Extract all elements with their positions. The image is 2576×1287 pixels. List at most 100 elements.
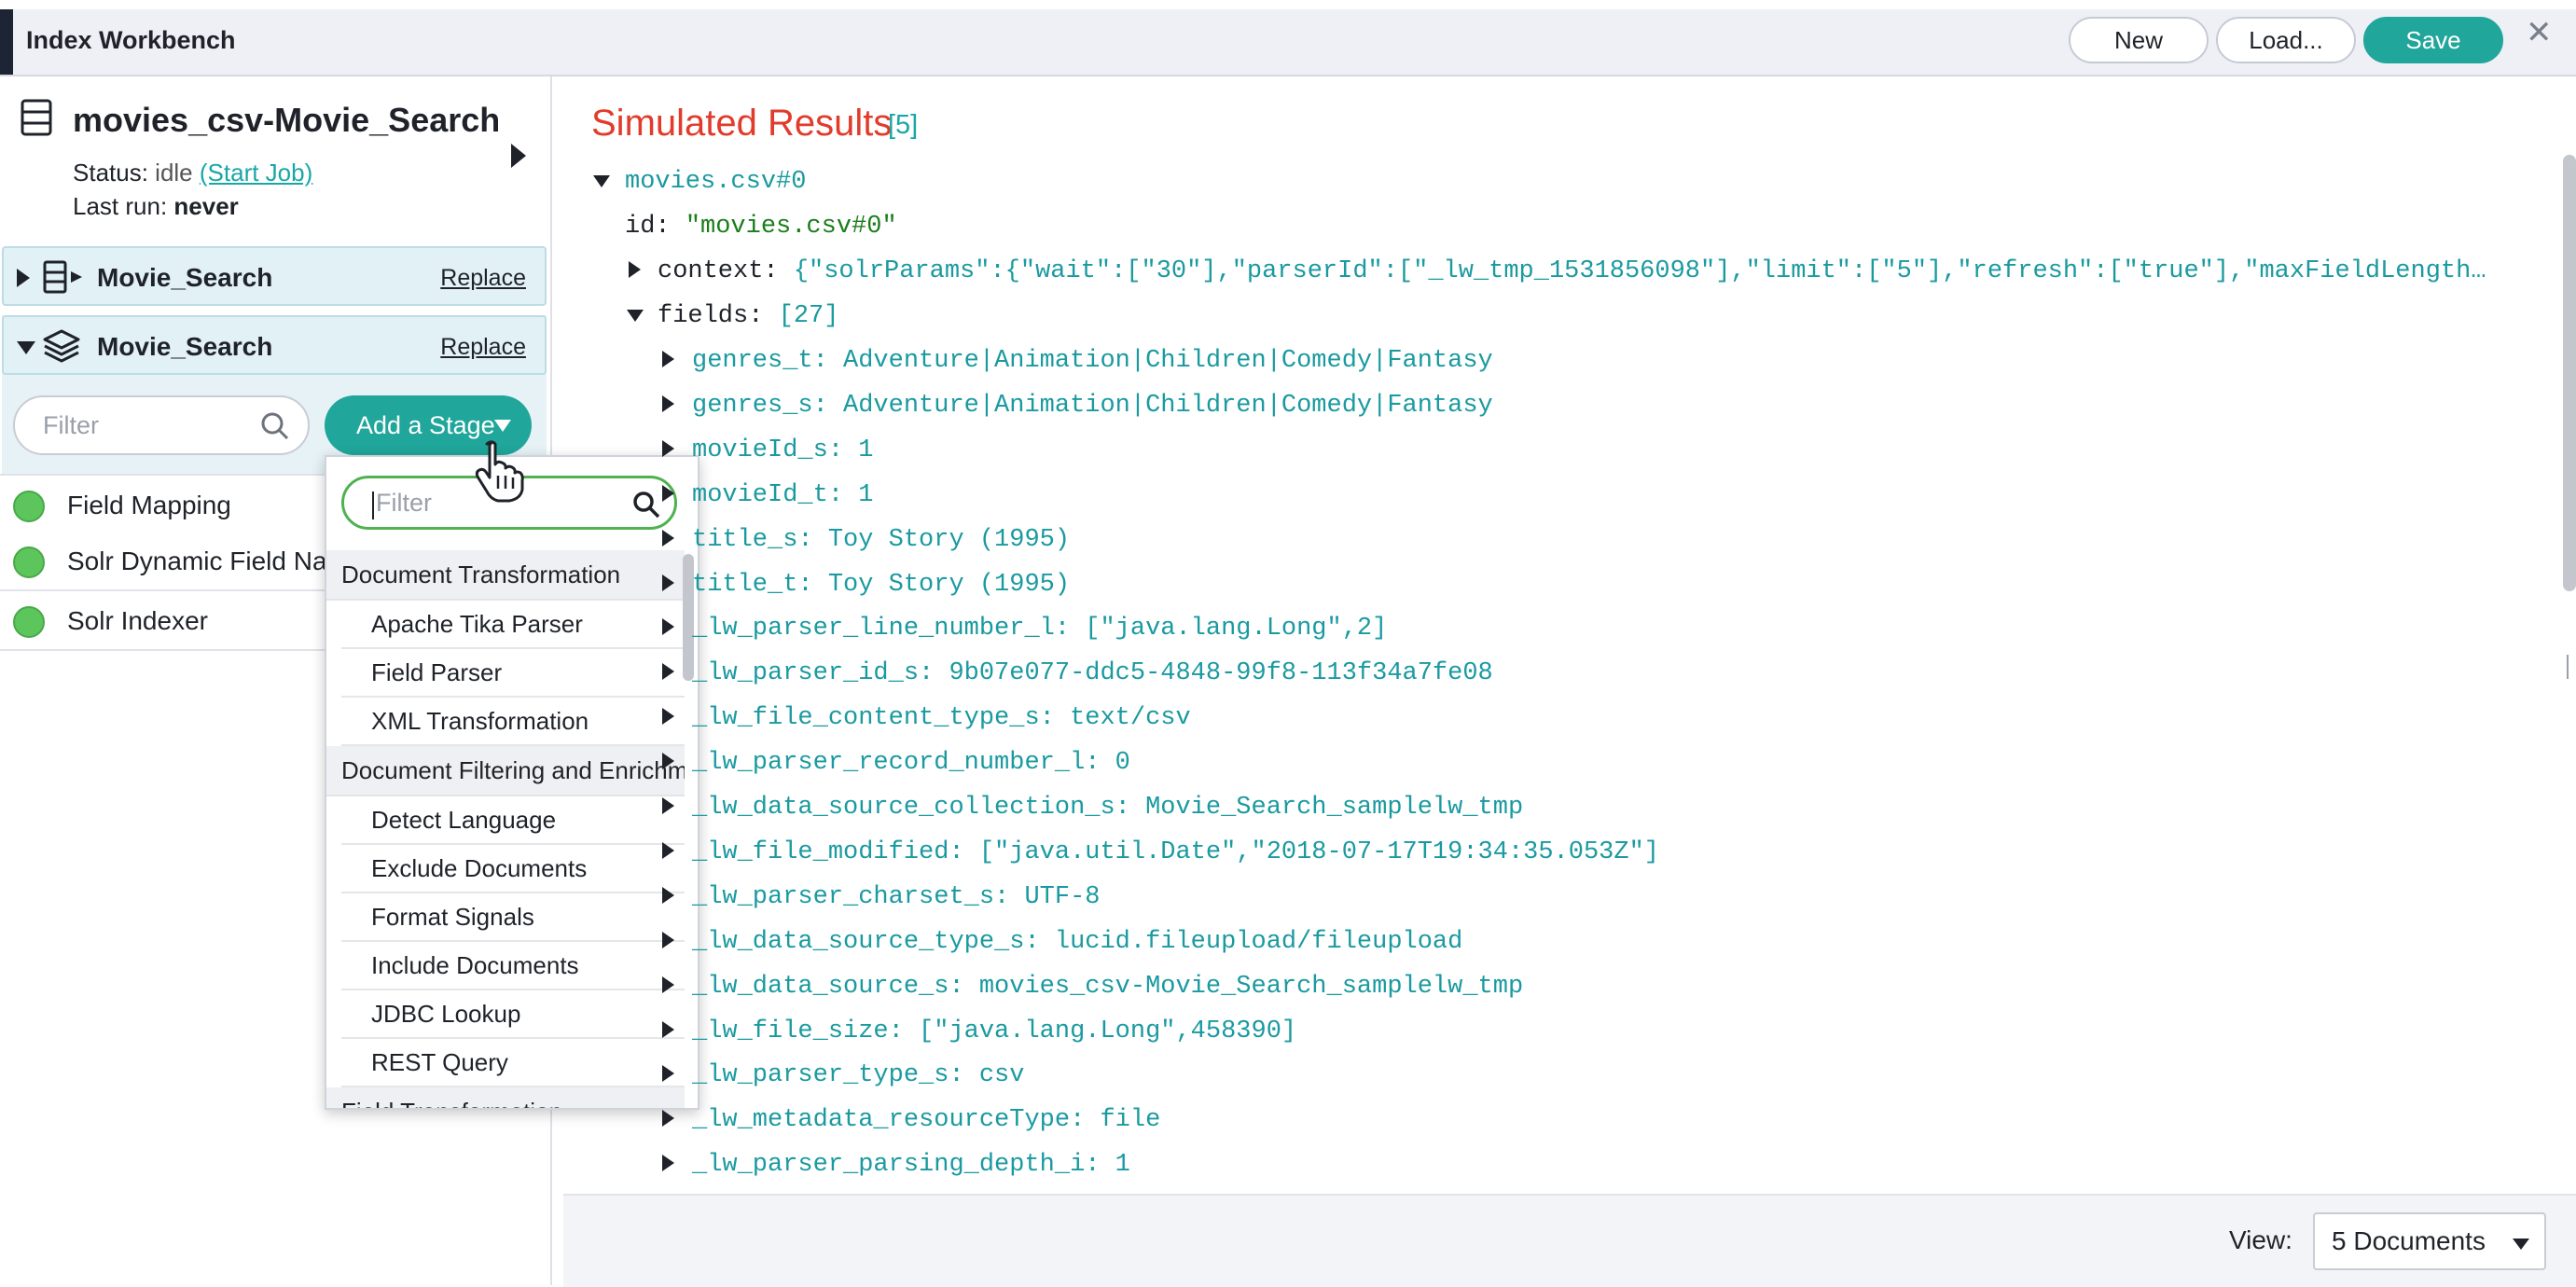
save-button[interactable]: Save bbox=[2363, 17, 2503, 63]
datasource-icon bbox=[43, 260, 82, 294]
expand-toggle-icon[interactable] bbox=[662, 1021, 674, 1038]
expand-toggle-icon[interactable] bbox=[662, 485, 674, 502]
results-count: [5] bbox=[888, 110, 919, 140]
field-row[interactable]: title_t: Toy Story (1995) bbox=[692, 571, 1070, 599]
stage-menu-item[interactable]: JDBC Lookup bbox=[341, 990, 685, 1039]
expanded-chevron-icon[interactable] bbox=[17, 341, 35, 354]
load-button[interactable]: Load... bbox=[2216, 17, 2356, 63]
search-icon bbox=[633, 491, 660, 519]
id-value: "movies.csv#0" bbox=[685, 213, 897, 241]
document-label: movies.csv#0 bbox=[625, 168, 807, 196]
stage-menu-item[interactable]: Format Signals bbox=[341, 893, 685, 942]
expand-toggle-icon[interactable] bbox=[662, 574, 674, 591]
field-row[interactable]: genres_s: Adventure|Animation|Children|C… bbox=[692, 392, 1493, 420]
field-row[interactable]: _lw_metadata_resourceType: file bbox=[692, 1106, 1160, 1134]
collapse-toggle-icon[interactable] bbox=[593, 175, 610, 187]
view-select[interactable]: 5 Documents bbox=[2313, 1212, 2546, 1270]
chevron-down-icon bbox=[2513, 1239, 2529, 1250]
start-job-link[interactable]: (Start Job) bbox=[200, 159, 312, 187]
fields-row[interactable]: fields: [27] bbox=[658, 302, 838, 330]
view-label: View: bbox=[2229, 1225, 2292, 1254]
collapsed-chevron-icon[interactable] bbox=[17, 269, 30, 287]
expand-toggle-icon[interactable] bbox=[662, 842, 674, 859]
field-row[interactable]: _lw_parser_type_s: csv bbox=[692, 1061, 1024, 1089]
stage-menu-item[interactable]: XML Transformation bbox=[341, 698, 685, 746]
new-button[interactable]: New bbox=[2069, 17, 2209, 63]
last-run-value: never bbox=[173, 192, 239, 220]
job-status: Status: idle (Start Job) bbox=[73, 159, 312, 187]
stage-menu-group: Document Transformation bbox=[326, 550, 685, 601]
fields-key: fields: bbox=[658, 302, 764, 330]
expand-toggle-icon[interactable] bbox=[662, 1065, 674, 1082]
hand-pointer-icon bbox=[475, 440, 524, 503]
pipeline-filter-input[interactable]: Filter bbox=[13, 395, 310, 455]
resize-handle-icon[interactable] bbox=[2567, 655, 2576, 679]
stage-menu-item[interactable]: Detect Language bbox=[341, 796, 685, 845]
stage-name: Field Mapping bbox=[67, 491, 231, 519]
field-row[interactable]: _lw_data_source_type_s: lucid.fileupload… bbox=[692, 928, 1462, 956]
expand-toggle-icon[interactable] bbox=[662, 663, 674, 680]
status-dot-icon bbox=[13, 606, 45, 638]
pipeline-label: Movie_Search bbox=[97, 332, 273, 361]
stage-name: Solr Indexer bbox=[67, 606, 208, 635]
collapse-toggle-icon[interactable] bbox=[627, 310, 644, 322]
id-key: id: bbox=[625, 213, 671, 241]
stage-menu-item[interactable]: Field Parser bbox=[341, 649, 685, 698]
expand-toggle-icon[interactable] bbox=[662, 887, 674, 904]
stage-menu-group: Field Transformation bbox=[326, 1087, 685, 1108]
layers-icon bbox=[43, 329, 80, 363]
datasource-label: Movie_Search bbox=[97, 263, 273, 292]
status-dot-icon bbox=[13, 491, 45, 522]
stage-name: Solr Dynamic Field Na bbox=[67, 547, 327, 575]
field-row[interactable]: _lw_parser_record_number_l: 0 bbox=[692, 749, 1130, 777]
field-row[interactable]: movieId_t: 1 bbox=[692, 481, 873, 509]
pipeline-filter-placeholder: Filter bbox=[43, 410, 99, 439]
field-row[interactable]: _lw_data_source_collection_s: Movie_Sear… bbox=[692, 794, 1523, 822]
results-scrollbar[interactable] bbox=[2563, 155, 2576, 591]
field-row[interactable]: movieId_s: 1 bbox=[692, 436, 873, 464]
field-row[interactable]: _lw_file_size: ["java.lang.Long",458390] bbox=[692, 1017, 1296, 1045]
stage-menu-item[interactable]: Apache Tika Parser bbox=[341, 601, 685, 649]
stage-menu-item[interactable]: Include Documents bbox=[341, 942, 685, 990]
field-row[interactable]: _lw_data_source_s: movies_csv-Movie_Sear… bbox=[692, 973, 1523, 1001]
field-row[interactable]: _lw_file_content_type_s: text/csv bbox=[692, 704, 1191, 732]
expand-toggle-icon[interactable] bbox=[662, 440, 674, 457]
field-row[interactable]: _lw_parser_parsing_depth_i: 1 bbox=[692, 1151, 1130, 1179]
stage-menu-list: Document Transformation Apache Tika Pars… bbox=[326, 550, 685, 1108]
expand-panel-icon[interactable] bbox=[511, 144, 526, 168]
expand-toggle-icon[interactable] bbox=[662, 395, 674, 412]
results-title: Simulated Results bbox=[591, 103, 893, 144]
chevron-down-icon bbox=[494, 420, 511, 432]
field-row[interactable]: _lw_parser_id_s: 9b07e077-ddc5-4848-99f8… bbox=[692, 659, 1493, 687]
add-stage-menu: Filter Document Transformation Apache Ti… bbox=[325, 455, 699, 1110]
view-selected-value: 5 Documents bbox=[2332, 1226, 2486, 1255]
datasource-section[interactable]: Movie_Search Replace bbox=[2, 246, 547, 306]
last-run-label: Last run: bbox=[73, 192, 168, 220]
datasource-replace-link[interactable]: Replace bbox=[440, 265, 526, 292]
expand-toggle-icon[interactable] bbox=[629, 261, 641, 278]
add-stage-label: Add a Stage bbox=[356, 410, 495, 439]
expand-toggle-icon[interactable] bbox=[662, 932, 674, 948]
expand-toggle-icon[interactable] bbox=[662, 1155, 674, 1171]
expand-toggle-icon[interactable] bbox=[662, 1110, 674, 1127]
close-icon[interactable]: ✕ bbox=[2526, 17, 2553, 48]
search-icon bbox=[261, 412, 289, 440]
expand-toggle-icon[interactable] bbox=[662, 976, 674, 993]
field-row[interactable]: _lw_file_modified: ["java.util.Date","20… bbox=[692, 838, 1659, 866]
context-row[interactable]: context: {"solrParams":{"wait":["30"],"p… bbox=[658, 257, 2486, 285]
stage-menu-item[interactable]: REST Query bbox=[341, 1039, 685, 1087]
expand-toggle-icon[interactable] bbox=[662, 797, 674, 814]
field-row[interactable]: _lw_parser_charset_s: UTF-8 bbox=[692, 883, 1100, 911]
expand-toggle-icon[interactable] bbox=[662, 753, 674, 769]
expand-toggle-icon[interactable] bbox=[662, 530, 674, 547]
field-row[interactable]: _lw_parser_line_number_l: ["java.lang.Lo… bbox=[692, 615, 1387, 643]
field-row[interactable]: title_s: Toy Story (1995) bbox=[692, 526, 1070, 554]
pipeline-replace-link[interactable]: Replace bbox=[440, 334, 526, 361]
expand-toggle-icon[interactable] bbox=[662, 708, 674, 725]
field-row[interactable]: genres_t: Adventure|Animation|Children|C… bbox=[692, 347, 1493, 375]
expand-toggle-icon[interactable] bbox=[662, 618, 674, 635]
job-last-run: Last run: never bbox=[73, 192, 239, 221]
expand-toggle-icon[interactable] bbox=[662, 351, 674, 367]
stage-menu-item[interactable]: Exclude Documents bbox=[341, 845, 685, 893]
pipeline-section[interactable]: Movie_Search Replace bbox=[2, 315, 547, 375]
